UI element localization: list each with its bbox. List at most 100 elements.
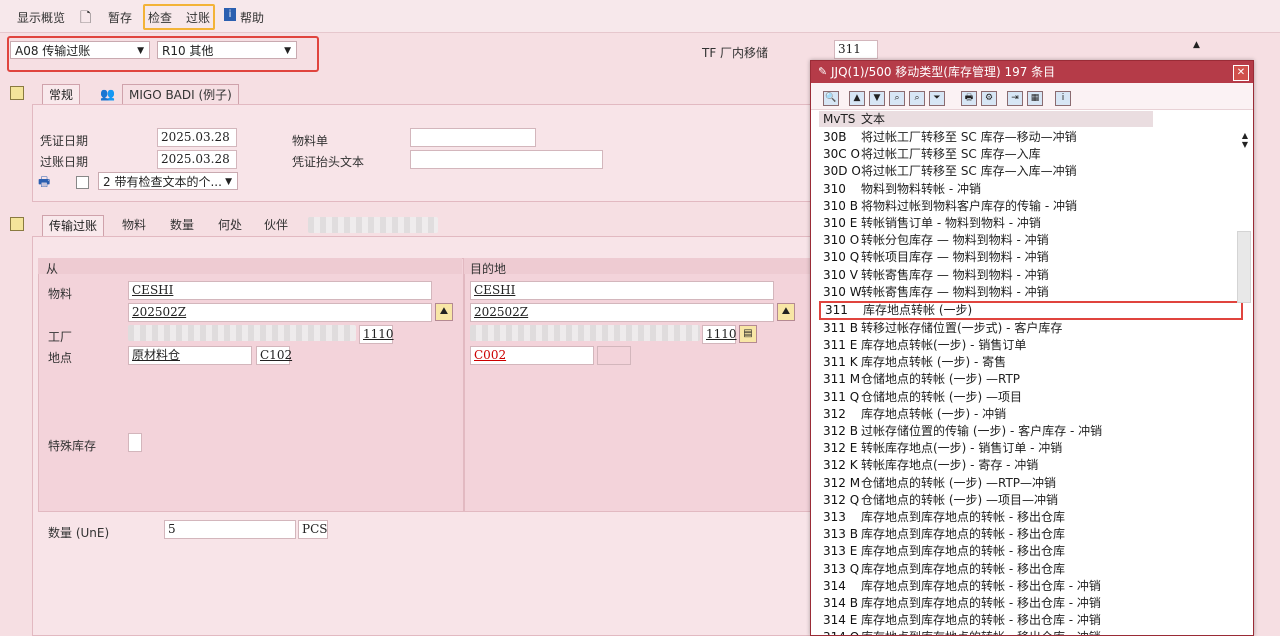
list-item[interactable]: 312 库存地点转帐 (一步) - 冲销 bbox=[819, 406, 1243, 423]
list-item[interactable]: 314 E 库存地点到库存地点的转帐 - 移出仓库 - 冲销 bbox=[819, 612, 1243, 629]
sort-desc-icon[interactable]: ▼ bbox=[869, 91, 885, 106]
list-item[interactable]: 310 物料到物料转帐 - 冲销 bbox=[819, 181, 1243, 198]
people-icon[interactable]: 👥 bbox=[94, 84, 121, 104]
row-code: 311 E bbox=[823, 338, 858, 353]
list-item[interactable]: 310 W转帐寄售库存 — 物料到物料 - 冲销 bbox=[819, 284, 1243, 301]
find-next-icon[interactable]: ⌕ bbox=[909, 91, 925, 106]
list-item[interactable]: 30D O将过帐工厂转移至 SC 库存—入库—冲销 bbox=[819, 163, 1243, 180]
export-icon[interactable]: ⇥ bbox=[1007, 91, 1023, 106]
search-icon[interactable]: 🔍 bbox=[823, 91, 839, 106]
reason-select[interactable]: R10 其他 ▼ bbox=[157, 41, 297, 59]
quantity-input[interactable]: 5 bbox=[164, 520, 296, 539]
list-item[interactable]: 313 E 库存地点到库存地点的转帐 - 移出仓库 bbox=[819, 543, 1243, 560]
to-batch-input[interactable]: 202502Z bbox=[470, 303, 774, 322]
row-code: 310 O bbox=[823, 233, 860, 248]
list-item[interactable]: 311 K 库存地点转帐 (一步) - 寄售 bbox=[819, 354, 1243, 371]
list-item[interactable]: 310 V 转帐寄售库存 — 物料到物料 - 冲销 bbox=[819, 267, 1243, 284]
movement-type-input[interactable]: 311 bbox=[834, 40, 878, 59]
list-item[interactable]: 30C O将过帐工厂转移至 SC 库存—入库 bbox=[819, 146, 1243, 163]
scroll-up-icon[interactable]: ▲ bbox=[1193, 40, 1200, 50]
list-item[interactable]: 310 B 将物料过帐到物料客户库存的传输 - 冲销 bbox=[819, 198, 1243, 215]
from-batch-input[interactable]: 202502Z bbox=[128, 303, 432, 322]
material-slip-input[interactable] bbox=[410, 128, 536, 147]
list-item[interactable]: 310 Q 转帐项目库存 — 物料到物料 - 冲销 bbox=[819, 249, 1243, 266]
list-item[interactable]: 313 Q 库存地点到库存地点的转帐 - 移出仓库 bbox=[819, 561, 1243, 578]
mountain-icon[interactable]: ⛰ bbox=[435, 303, 453, 321]
hold-button[interactable]: 暂存 bbox=[108, 9, 132, 26]
list-item[interactable]: 30B 将过帐工厂转移至 SC 库存—移动—冲销 bbox=[819, 129, 1243, 146]
from-plant-input[interactable]: 1110 bbox=[359, 325, 394, 344]
list-item[interactable]: 314 库存地点到库存地点的转帐 - 移出仓库 - 冲销 bbox=[819, 578, 1243, 595]
tab-transfer[interactable]: 传输过账 bbox=[42, 215, 105, 236]
tab-partner[interactable]: 伙伴 bbox=[258, 215, 294, 235]
to-material-input[interactable]: CESHI bbox=[470, 281, 774, 300]
unit-input[interactable]: PCS bbox=[298, 520, 328, 539]
printer-icon[interactable]: 🖶 bbox=[38, 173, 50, 195]
list-item[interactable]: 312 Q 仓储地点的转帐 (一步) —项目—冲销 bbox=[819, 492, 1243, 509]
doc-date-input[interactable]: 2025.03.28 bbox=[157, 128, 237, 147]
list-item[interactable]: 312 B 过帐存储位置的传输 (一步) - 客户库存 - 冲销 bbox=[819, 423, 1243, 440]
tab-general[interactable]: 常规 bbox=[42, 84, 81, 105]
mountain-icon[interactable]: ⛰ bbox=[777, 303, 795, 321]
list-item[interactable]: 311 E 库存地点转帐(一步) - 销售订单 bbox=[819, 337, 1243, 354]
show-overview-button[interactable]: 显示概览 bbox=[17, 9, 65, 26]
list-item[interactable]: 312 M仓储地点的转帐 (一步) —RTP—冲销 bbox=[819, 475, 1243, 492]
list-icon[interactable]: ▤ bbox=[739, 325, 757, 343]
scroll-down-icon[interactable]: ▼ bbox=[1239, 140, 1251, 149]
to-plant-input[interactable]: 1110 bbox=[702, 325, 737, 344]
list-item[interactable]: 311 B 转移过帐存储位置(一步式) - 客户库存 bbox=[819, 320, 1243, 337]
sort-asc-icon[interactable]: ▲ bbox=[849, 91, 865, 106]
tab-material[interactable]: 物料 bbox=[116, 215, 152, 235]
list-item[interactable]: 313 B 库存地点到库存地点的转帐 - 移出仓库 bbox=[819, 526, 1243, 543]
check-button[interactable]: 检查 bbox=[148, 9, 172, 26]
from-storage-input[interactable]: C102 bbox=[256, 346, 293, 365]
row-code: 30B bbox=[823, 130, 847, 144]
popup-scrollbar-thumb[interactable] bbox=[1237, 231, 1251, 303]
help-button[interactable]: 帮助 bbox=[240, 9, 264, 26]
list-item-selected[interactable]: 311 库存地点转帐 (一步) bbox=[819, 300, 1243, 320]
close-icon[interactable]: ✕ bbox=[1233, 65, 1249, 81]
from-storage-code: C102 bbox=[260, 348, 293, 362]
post-button[interactable]: 过账 bbox=[186, 9, 210, 26]
header-text-input[interactable] bbox=[410, 150, 603, 169]
collapse-item-icon[interactable] bbox=[10, 217, 24, 231]
popup-scroll-arrows[interactable]: ▲ ▼ bbox=[1239, 131, 1251, 161]
collapse-header-icon[interactable] bbox=[10, 86, 24, 100]
find-icon[interactable]: ⌕ bbox=[889, 91, 905, 106]
scroll-up-icon[interactable]: ▲ bbox=[1239, 131, 1251, 140]
row-code: 312 M bbox=[823, 475, 861, 490]
info-icon[interactable]: i bbox=[1055, 91, 1071, 106]
new-doc-icon[interactable]: 🗋 bbox=[80, 7, 91, 31]
tab-quantity[interactable]: 数量 bbox=[164, 215, 200, 235]
info-icon[interactable]: i bbox=[224, 8, 236, 21]
list-item[interactable]: 311 Q 仓储地点的转帐 (一步) —项目 bbox=[819, 389, 1243, 406]
post-date-input[interactable]: 2025.03.28 bbox=[157, 150, 237, 169]
list-item[interactable]: 314 Q库存地点到库存地点的转帐 - 移出仓库 - 冲销 bbox=[819, 629, 1243, 635]
list-item[interactable]: 312 K 转帐库存地点(一步) - 寄存 - 冲销 bbox=[819, 457, 1243, 474]
from-plant-label: 工厂 bbox=[48, 330, 73, 344]
row-text: 库存地点到库存地点的转帐 - 移出仓库 bbox=[861, 527, 1065, 542]
spreadsheet-icon[interactable]: ▦ bbox=[1027, 91, 1043, 106]
list-item[interactable]: 310 E 转帐销售订单 - 物料到物料 - 冲销 bbox=[819, 215, 1243, 232]
row-code: 313 E bbox=[823, 544, 858, 559]
list-item[interactable]: 311 M仓储地点的转帐 (一步) —RTP bbox=[819, 371, 1243, 388]
print-checkbox[interactable] bbox=[76, 176, 89, 189]
list-item[interactable]: 313 库存地点到库存地点的转帐 - 移出仓库 bbox=[819, 509, 1243, 526]
filter-icon[interactable]: ⏷ bbox=[929, 91, 945, 106]
to-header bbox=[464, 258, 810, 274]
print-option-select[interactable]: 2 带有检查文本的个... ▼ bbox=[98, 172, 238, 190]
row-text: 库存地点到库存地点的转帐 - 移出仓库 - 冲销 bbox=[861, 595, 1101, 610]
to-storage-input[interactable]: C002 bbox=[470, 346, 594, 365]
print-icon[interactable]: 🖶 bbox=[961, 91, 977, 106]
from-material-input[interactable]: CESHI bbox=[128, 281, 432, 300]
row-code: 312 bbox=[823, 406, 846, 421]
tab-migo-badi[interactable]: MIGO BADI (例子) bbox=[122, 84, 239, 105]
list-item[interactable]: 312 E 转帐库存地点(一步) - 销售订单 - 冲销 bbox=[819, 440, 1243, 457]
settings-icon[interactable]: ⚙ bbox=[981, 91, 997, 106]
tab-where[interactable]: 何处 bbox=[212, 215, 248, 235]
list-item[interactable]: 314 B 库存地点到库存地点的转帐 - 移出仓库 - 冲销 bbox=[819, 595, 1243, 612]
list-item[interactable]: 310 O 转帐分包库存 — 物料到物料 - 冲销 bbox=[819, 232, 1243, 249]
action-select[interactable]: A08 传输过账 ▼ bbox=[10, 41, 150, 59]
row-text: 将过帐工厂转移至 SC 库存—移动—冲销 bbox=[861, 130, 1077, 144]
special-stock-input[interactable] bbox=[128, 433, 142, 452]
